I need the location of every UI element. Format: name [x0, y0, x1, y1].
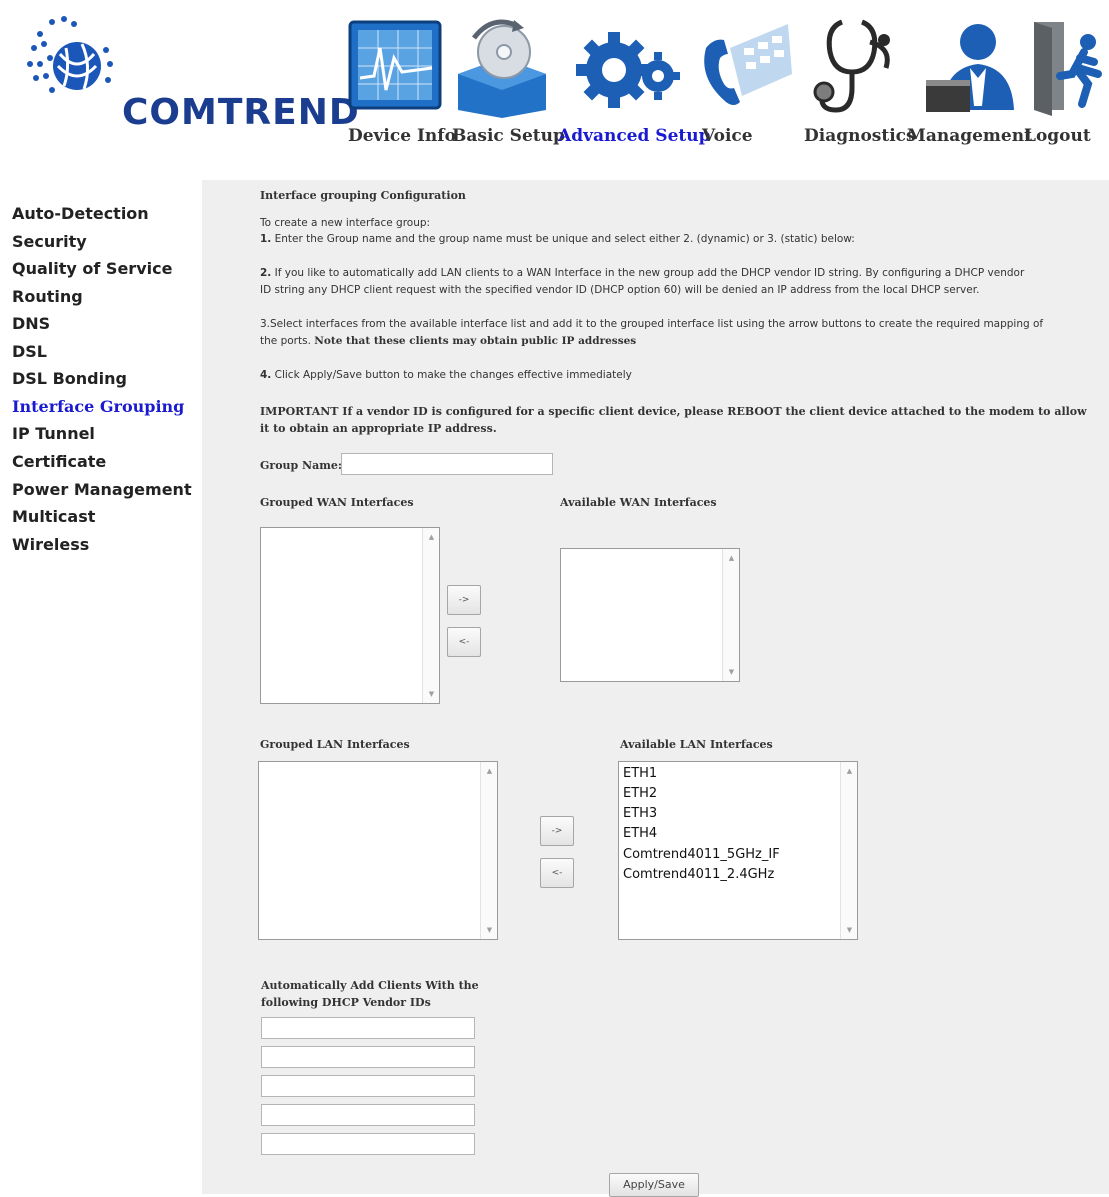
sidebar-item-auto-detection[interactable]: Auto-Detection [12, 204, 149, 223]
remove-wan-button[interactable]: <- [447, 627, 481, 657]
step4-number: 4. [260, 369, 272, 381]
available-lan-listbox[interactable]: ETH1 ETH2 ETH3 ETH4 Comtrend4011_5GHz_IF… [618, 761, 858, 940]
brand-name: COMTREND [122, 92, 360, 133]
nav-basic-setup[interactable]: Basic Setup [452, 126, 565, 146]
sidebar-item-routing[interactable]: Routing [12, 287, 83, 306]
remove-lan-button[interactable]: <- [540, 858, 574, 888]
vendor-ids-label-line1: Automatically Add Clients With the [261, 979, 479, 992]
nav-management[interactable]: Management [907, 126, 1032, 146]
sidebar-item-quality-of-service[interactable]: Quality of Service [12, 259, 172, 278]
scrollbar[interactable]: ▲ ▼ [722, 549, 739, 681]
scrollbar[interactable]: ▲ ▼ [480, 762, 497, 939]
step3-note: Note that these clients may obtain publi… [314, 335, 637, 347]
vendor-id-field-2[interactable] [261, 1046, 475, 1068]
step3-line1: 3.Select interfaces from the available i… [260, 318, 1044, 330]
basic-setup-icon[interactable] [452, 18, 552, 118]
sidebar-item-security[interactable]: Security [12, 232, 87, 251]
group-name-label: Group Name: [260, 459, 342, 472]
apply-save-button[interactable]: Apply/Save [609, 1173, 699, 1197]
sidebar-item-power-management[interactable]: Power Management [12, 480, 192, 499]
scroll-down-icon[interactable]: ▼ [723, 665, 740, 679]
add-wan-button[interactable]: -> [447, 585, 481, 615]
step2-line1: 2. If you like to automatically add LAN … [260, 267, 1024, 279]
available-lan-label: Available LAN Interfaces [620, 738, 773, 751]
page-title: Interface grouping Configuration [260, 189, 466, 202]
important-line1: IMPORTANT If a vendor ID is configured f… [260, 405, 1087, 418]
list-item-eth1[interactable]: ETH1 [623, 766, 657, 781]
header: COMTREND Device Info Basic Setup Advance… [0, 0, 1109, 180]
step2-line2: ID string any DHCP client request with t… [260, 284, 980, 296]
nav-logout[interactable]: Logout [1024, 126, 1091, 146]
group-name-input[interactable] [341, 453, 553, 475]
scrollbar[interactable]: ▲ ▼ [840, 762, 857, 939]
list-item-wifi-2-4ghz[interactable]: Comtrend4011_2.4GHz [623, 867, 774, 882]
vendor-id-field-3[interactable] [261, 1075, 475, 1097]
grouped-wan-label: Grouped WAN Interfaces [260, 496, 414, 509]
step4-text: 4. Click Apply/Save button to make the c… [260, 369, 632, 381]
nav-diagnostics[interactable]: Diagnostics [804, 126, 916, 146]
intro-text: To create a new interface group: [260, 217, 431, 229]
nav-voice[interactable]: Voice [702, 126, 753, 146]
scroll-up-icon[interactable]: ▲ [723, 551, 740, 565]
grouped-lan-listbox[interactable]: ▲ ▼ [258, 761, 498, 940]
scroll-down-icon[interactable]: ▼ [481, 923, 498, 937]
vendor-id-field-5[interactable] [261, 1133, 475, 1155]
important-line2: it to obtain an appropriate IP address. [260, 422, 497, 435]
scroll-down-icon[interactable]: ▼ [423, 687, 440, 701]
step4-body: Click Apply/Save button to make the chan… [274, 369, 632, 381]
grouped-lan-label: Grouped LAN Interfaces [260, 738, 410, 751]
comtrend-logo: COMTREND [22, 14, 359, 133]
vendor-id-field-4[interactable] [261, 1104, 475, 1126]
sidebar-item-dsl-bonding[interactable]: DSL Bonding [12, 369, 127, 388]
step3-line2: the ports. Note that these clients may o… [260, 335, 636, 347]
sidebar-item-certificate[interactable]: Certificate [12, 452, 106, 471]
scrollbar[interactable]: ▲ ▼ [422, 528, 439, 703]
device-info-icon[interactable] [348, 18, 444, 118]
step2-number: 2. [260, 267, 272, 279]
scroll-up-icon[interactable]: ▲ [841, 764, 858, 778]
management-icon[interactable] [920, 18, 1020, 118]
scroll-down-icon[interactable]: ▼ [841, 923, 858, 937]
list-item-eth3[interactable]: ETH3 [623, 806, 657, 821]
add-lan-button[interactable]: -> [540, 816, 574, 846]
list-item-eth4[interactable]: ETH4 [623, 826, 657, 841]
step1-number: 1. [260, 233, 272, 245]
voice-icon[interactable] [694, 18, 794, 118]
vendor-id-field-1[interactable] [261, 1017, 475, 1039]
step3-body: the ports. [260, 335, 311, 347]
vendor-ids-label-line2: following DHCP Vendor IDs [261, 996, 431, 1009]
step2-body: If you like to automatically add LAN cli… [274, 267, 1025, 279]
sidebar-item-wireless[interactable]: Wireless [12, 535, 89, 554]
logo-globe-icon [27, 16, 113, 93]
sidebar-item-interface-grouping[interactable]: Interface Grouping [12, 397, 184, 416]
logout-icon[interactable] [1030, 18, 1106, 118]
available-wan-label: Available WAN Interfaces [560, 496, 717, 509]
available-wan-listbox[interactable]: ▲ ▼ [560, 548, 740, 682]
sidebar-item-ip-tunnel[interactable]: IP Tunnel [12, 424, 95, 443]
step1-text: 1. Enter the Group name and the group na… [260, 233, 855, 245]
grouped-wan-listbox[interactable]: ▲ ▼ [260, 527, 440, 704]
list-item-wifi-5ghz[interactable]: Comtrend4011_5GHz_IF [623, 847, 780, 862]
sidebar: Auto-Detection Security Quality of Servi… [0, 180, 202, 1194]
list-item-eth2[interactable]: ETH2 [623, 786, 657, 801]
scroll-up-icon[interactable]: ▲ [423, 530, 440, 544]
sidebar-item-dsl[interactable]: DSL [12, 342, 47, 361]
main-content: Interface grouping Configuration To crea… [202, 180, 1109, 1197]
scroll-up-icon[interactable]: ▲ [481, 764, 498, 778]
sidebar-item-multicast[interactable]: Multicast [12, 507, 95, 526]
advanced-setup-icon[interactable] [574, 18, 684, 118]
nav-advanced-setup[interactable]: Advanced Setup [558, 126, 711, 146]
step1-body: Enter the Group name and the group name … [274, 233, 855, 245]
nav-device-info[interactable]: Device Info [348, 126, 456, 146]
diagnostics-icon[interactable] [812, 18, 896, 118]
sidebar-item-dns[interactable]: DNS [12, 314, 50, 333]
